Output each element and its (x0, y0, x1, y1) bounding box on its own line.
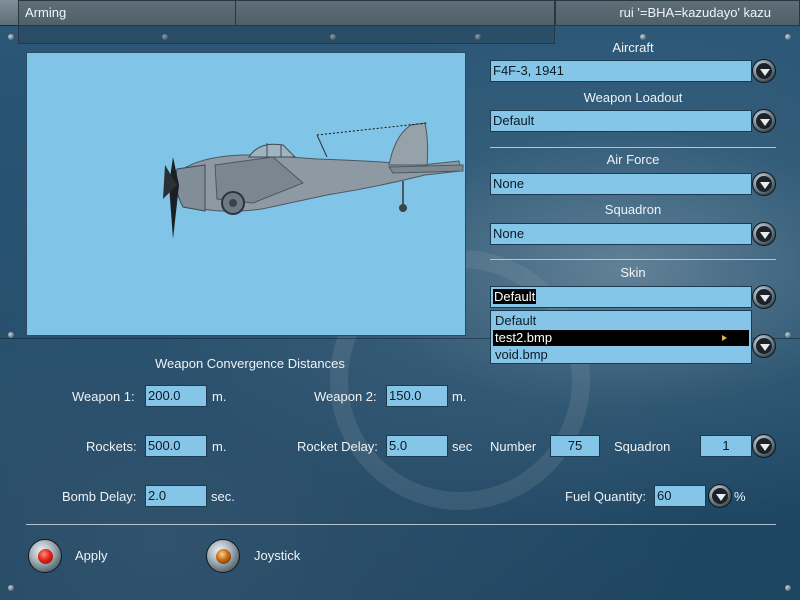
air-force-dropdown-button[interactable] (752, 172, 776, 196)
aircraft-model-image (163, 122, 464, 239)
apply-button[interactable] (28, 539, 62, 573)
aircraft-dropdown[interactable]: F4F-3, 1941 (490, 60, 752, 82)
weapon2-label: Weapon 2: (314, 389, 377, 404)
chevron-down-icon (760, 295, 770, 302)
chevron-down-icon (760, 444, 770, 451)
weapon-loadout-dropdown[interactable]: Default (490, 110, 752, 132)
title-bar-extension (18, 26, 555, 44)
fuel-unit: % (734, 489, 746, 504)
title-bar-spacer (235, 0, 555, 26)
markings-squadron-dropdown[interactable]: 1 (700, 435, 752, 457)
orange-lamp-icon (216, 549, 231, 564)
squadron-label: Squadron (604, 202, 662, 217)
skin-selected-value: Default (493, 289, 537, 304)
squadron-dropdown-button[interactable] (752, 222, 776, 246)
rockets-unit: m. (212, 439, 227, 454)
rivet (785, 34, 791, 40)
weapon2-unit: m. (452, 389, 467, 404)
skin-dropdown-button[interactable] (752, 285, 776, 309)
aircraft-label: Aircraft (612, 40, 654, 55)
rivet (785, 332, 791, 338)
joystick-label[interactable]: Joystick (254, 548, 300, 563)
rivet (8, 332, 14, 338)
skin-label: Skin (620, 265, 646, 280)
air-force-label: Air Force (606, 152, 660, 167)
chevron-down-icon (760, 182, 770, 189)
title-bar: Arming rui '=BHA=kazudayo' kazu (0, 0, 800, 26)
window-title: Arming (18, 0, 236, 26)
rivet (8, 34, 14, 40)
markings-squadron-dropdown-button[interactable] (752, 434, 776, 458)
weapon2-input[interactable]: 150.0 (386, 385, 448, 407)
rocket-delay-unit: sec (452, 439, 473, 454)
weapon-loadout-label: Weapon Loadout (583, 90, 683, 105)
rocket-delay-input[interactable]: 5.0 (386, 435, 448, 457)
rockets-input[interactable]: 500.0 (145, 435, 207, 457)
apply-label[interactable]: Apply (75, 548, 108, 563)
skin-options-list: Default test2.bmp void.bmp (490, 310, 752, 364)
markings-squadron-label: Squadron (614, 439, 671, 454)
skin-list-button[interactable] (752, 334, 776, 358)
fuel-quantity-dropdown-button[interactable] (708, 484, 732, 508)
joystick-button[interactable] (206, 539, 240, 573)
bomb-delay-unit: sec. (211, 489, 235, 504)
rockets-label: Rockets: (86, 439, 137, 454)
cursor-arrow-icon (722, 335, 727, 341)
chevron-down-icon (760, 232, 770, 239)
user-name: rui '=BHA=kazudayo' kazu (555, 0, 800, 26)
rivet (8, 585, 14, 591)
skin-option[interactable]: Default (493, 313, 749, 329)
weapon-loadout-dropdown-button[interactable] (752, 109, 776, 133)
number-input[interactable]: 75 (550, 435, 600, 457)
skin-option-highlighted[interactable]: test2.bmp (493, 330, 749, 346)
aircraft-preview (26, 52, 466, 336)
rocket-delay-label: Rocket Delay: (297, 439, 378, 454)
convergence-heading: Weapon Convergence Distances (155, 356, 345, 371)
skin-option[interactable]: void.bmp (493, 347, 749, 363)
chevron-down-icon (760, 119, 770, 126)
weapon1-unit: m. (212, 389, 227, 404)
bottom-divider (26, 524, 776, 525)
skin-dropdown[interactable]: Default (490, 286, 752, 308)
weapon1-label: Weapon 1: (72, 389, 135, 404)
air-force-dropdown[interactable]: None (490, 173, 752, 195)
number-label: Number (490, 439, 537, 454)
rivet (785, 585, 791, 591)
chevron-down-icon (760, 69, 770, 76)
divider (490, 259, 776, 260)
fuel-quantity-dropdown[interactable]: 60 (654, 485, 706, 507)
fuel-quantity-label: Fuel Quantity: (565, 489, 646, 504)
bomb-delay-label: Bomb Delay: (62, 489, 137, 504)
weapon1-input[interactable]: 200.0 (145, 385, 207, 407)
red-lamp-icon (38, 549, 53, 564)
squadron-dropdown[interactable]: None (490, 223, 752, 245)
skin-option-label: test2.bmp (495, 330, 553, 345)
bomb-delay-input[interactable]: 2.0 (145, 485, 207, 507)
chevron-down-icon (716, 494, 726, 501)
divider (490, 147, 776, 148)
chevron-down-icon (760, 344, 770, 351)
aircraft-dropdown-button[interactable] (752, 59, 776, 83)
